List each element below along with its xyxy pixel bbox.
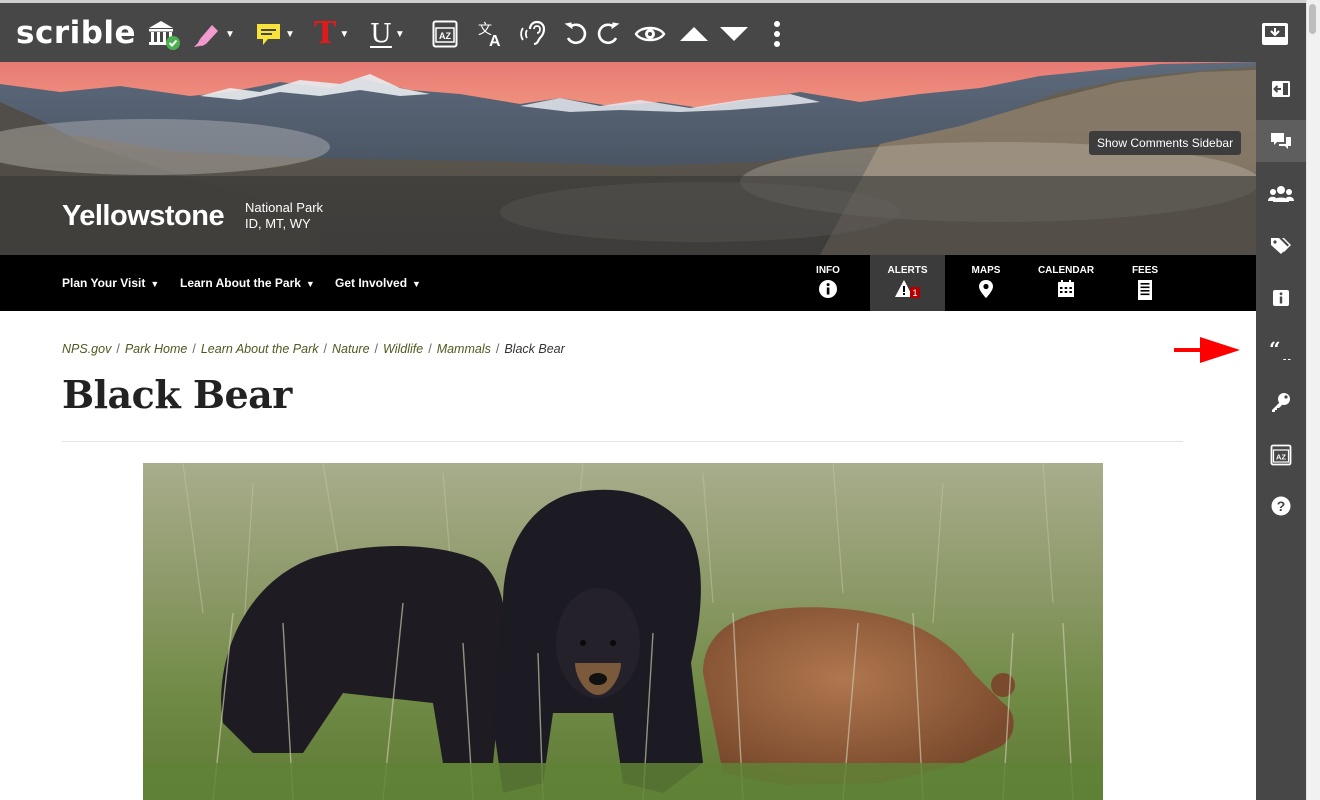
chevron-down-icon[interactable]: ▼: [339, 29, 349, 40]
dictionary-icon[interactable]: AZ: [1256, 434, 1306, 476]
breadcrumb-link-wildlife[interactable]: Wildlife: [383, 342, 423, 356]
key-icon[interactable]: [1256, 381, 1306, 423]
chevron-down-icon[interactable]: ▼: [225, 29, 235, 40]
alert-triangle-icon: 1: [870, 279, 945, 299]
park-states: ID, MT, WY: [245, 216, 311, 231]
comments-icon[interactable]: [1256, 120, 1306, 162]
svg-text:A: A: [489, 33, 501, 49]
breadcrumb-link-park-home[interactable]: Park Home: [125, 342, 188, 356]
receipt-icon: [1110, 279, 1180, 301]
collapse-sidebar-icon[interactable]: [1256, 68, 1306, 110]
citation-quote-icon[interactable]: “„: [1256, 329, 1306, 371]
util-fees-label: FEES: [1131, 265, 1159, 276]
sticky-note-icon[interactable]: ▼: [256, 16, 295, 52]
eye-icon[interactable]: [634, 16, 666, 52]
scroll-down-icon[interactable]: [718, 16, 750, 52]
park-meta: National Park ID, MT, WY: [245, 200, 323, 232]
svg-text:“: “: [1269, 340, 1281, 360]
breadcrumb-link-learn[interactable]: Learn About the Park: [201, 342, 319, 356]
underline-icon[interactable]: U ▼: [370, 16, 405, 52]
translate-icon[interactable]: 文A: [476, 16, 506, 52]
svg-text:AZ: AZ: [439, 31, 451, 41]
breadcrumb: NPS.gov / Park Home / Learn About the Park / N…: [62, 342, 565, 356]
breadcrumb-link-nps[interactable]: NPS.gov: [62, 342, 111, 356]
util-maps[interactable]: MAPS: [951, 255, 1021, 311]
svg-text:?: ?: [1277, 498, 1286, 514]
util-alerts-label: ALERTS: [887, 265, 928, 276]
highlighter-icon[interactable]: ▼: [192, 16, 235, 52]
tags-icon[interactable]: [1256, 225, 1306, 267]
site-navbar: Plan Your Visit ▼ Learn About the Park ▼ G…: [0, 255, 1256, 311]
svg-text:AZ: AZ: [1276, 453, 1286, 462]
undo-icon[interactable]: [562, 16, 590, 52]
util-alerts[interactable]: ALERTS 1: [870, 255, 945, 311]
util-fees[interactable]: FEES: [1110, 255, 1180, 311]
park-type: National Park: [245, 200, 324, 215]
more-icon[interactable]: [772, 16, 782, 52]
redo-icon[interactable]: [594, 16, 622, 52]
info-icon[interactable]: [1256, 277, 1306, 319]
breadcrumb-link-mammals[interactable]: Mammals: [437, 342, 491, 356]
title-divider: [62, 441, 1183, 442]
park-name[interactable]: Yellowstone: [62, 200, 225, 233]
svg-text:1: 1: [912, 288, 917, 298]
breadcrumb-current: Black Bear: [504, 342, 565, 356]
util-info-label: INFO: [816, 265, 840, 276]
nav-plan-your-visit[interactable]: Plan Your Visit ▼: [62, 276, 159, 290]
save-icon[interactable]: [1260, 16, 1290, 52]
svg-text:„: „: [1281, 343, 1293, 360]
page-scrollbar[interactable]: [1306, 0, 1320, 800]
util-info[interactable]: INFO: [793, 255, 863, 311]
map-pin-icon: [951, 279, 1021, 299]
nav-learn-about-the-park[interactable]: Learn About the Park ▼: [180, 276, 315, 290]
group-icon[interactable]: [1256, 173, 1306, 215]
scrible-logo[interactable]: scrible: [16, 15, 136, 51]
chevron-down-icon[interactable]: ▼: [285, 29, 295, 40]
util-calendar[interactable]: CALENDAR: [1031, 255, 1101, 311]
util-calendar-label: CALENDAR: [1037, 265, 1095, 276]
read-aloud-icon[interactable]: [520, 16, 550, 52]
page-scrollbar-thumb[interactable]: [1309, 4, 1316, 34]
breadcrumb-link-nature[interactable]: Nature: [332, 342, 370, 356]
calendar-icon: [1031, 279, 1101, 299]
help-icon[interactable]: ?: [1256, 485, 1306, 527]
chevron-down-icon[interactable]: ▼: [395, 29, 405, 40]
comments-tooltip: Show Comments Sidebar: [1089, 131, 1242, 155]
page-title: Black Bear: [62, 372, 292, 417]
library-icon[interactable]: [146, 16, 182, 52]
annotation-arrow-icon: [1174, 335, 1242, 370]
util-maps-label: MAPS: [971, 265, 1001, 276]
info-circle-icon: [793, 279, 863, 299]
scrible-sidebar: “„ AZ ?: [1256, 62, 1306, 800]
nav-get-involved[interactable]: Get Involved ▼: [335, 276, 421, 290]
browser-page: Yellowstone National Park ID, MT, WY Pla…: [0, 0, 1320, 800]
text-color-icon[interactable]: T ▼: [314, 16, 349, 52]
black-bear-photo: [143, 463, 1103, 800]
scrible-toolbar: scrible ▼ ▼ T ▼ U ▼ AZ 文A: [0, 0, 1306, 62]
scroll-up-icon[interactable]: [678, 16, 710, 52]
dictionary-icon[interactable]: AZ: [432, 16, 458, 52]
